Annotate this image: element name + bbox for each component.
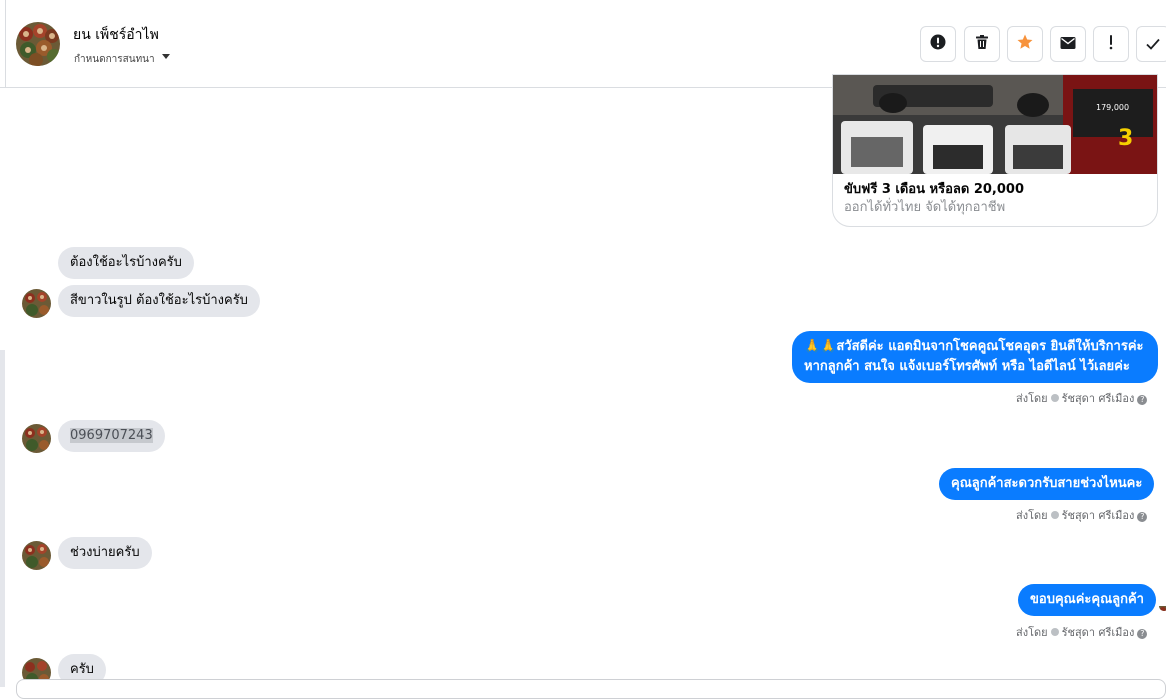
mark-spam-button[interactable] — [920, 26, 956, 62]
sent-by-label: ส่งโดย — [1016, 392, 1048, 405]
assign-conversation-dropdown[interactable]: กำหนดการสนทนา — [74, 52, 155, 67]
sent-by-info: ส่งโดย รัชสุดา ศรีเมือง? — [1016, 389, 1148, 407]
contact-avatar-small[interactable] — [22, 289, 51, 318]
sender-name[interactable]: รัชสุดา ศรีเมือง — [1062, 626, 1135, 639]
sender-name[interactable]: รัชสุดา ศรีเมือง — [1062, 392, 1135, 405]
message-outgoing[interactable]: คุณลูกค้าสะดวกรับสายช่วงไหนคะ — [939, 468, 1155, 500]
gear-icon — [1050, 628, 1059, 636]
delete-button[interactable] — [964, 26, 1000, 62]
product-image: 179,000 3 — [833, 75, 1157, 174]
message-outgoing[interactable]: ขอบคุณค่ะคุณลูกค้า — [1018, 584, 1156, 616]
star-icon — [1016, 33, 1034, 55]
message-incoming[interactable]: ต้องใช้อะไรบ้างครับ — [58, 247, 194, 279]
caret-down-icon[interactable] — [162, 54, 170, 59]
sent-by-label: ส่งโดย — [1016, 509, 1048, 522]
sent-by-info: ส่งโดย รัชสุดา ศรีเมือง? — [1016, 506, 1148, 524]
gear-icon — [1050, 394, 1059, 402]
divider — [5, 0, 6, 88]
exclamation-icon — [1108, 34, 1114, 54]
contact-avatar-small[interactable] — [22, 541, 51, 570]
message-incoming[interactable]: สีขาวในรูป ต้องใช้อะไรบ้างครับ — [58, 285, 260, 317]
gear-icon — [1050, 511, 1059, 519]
message-outgoing[interactable]: 🙏🙏สวัสดีค่ะ แอดมินจากโชคคูณโชคอุดร ยินดี… — [792, 331, 1158, 383]
seen-avatar — [1159, 601, 1166, 611]
image-badge-text: 3 — [1118, 126, 1133, 151]
help-icon[interactable]: ? — [1137, 512, 1148, 522]
help-icon[interactable]: ? — [1137, 395, 1148, 405]
sent-by-label: ส่งโดย — [1016, 626, 1048, 639]
mark-done-button[interactable] — [1136, 26, 1166, 62]
check-icon — [1146, 35, 1160, 54]
contact-name[interactable]: ยน เพ็ชร์อำไพ — [73, 24, 159, 46]
star-button[interactable] — [1007, 26, 1043, 62]
message-incoming[interactable]: ช่วงบ่ายครับ — [58, 537, 152, 569]
contact-avatar-small[interactable] — [22, 424, 51, 453]
product-card-subtitle: ออกได้ทั่วไทย จัดได้ทุกอาชีพ — [844, 200, 1006, 215]
message-incoming[interactable]: 0969707243 — [58, 420, 165, 452]
follow-up-button[interactable] — [1093, 26, 1129, 62]
sent-by-info: ส่งโดย รัชสุดา ศรีเมือง? — [1016, 623, 1148, 641]
shared-product-card[interactable]: 179,000 3 ขับฟรี 3 เดือน หรือลด 20,000 อ… — [832, 74, 1158, 227]
scrollbar[interactable] — [0, 350, 5, 687]
message-line: หากลูกค้า สนใจ แจ้งเบอร์โทรศัพท์ หรือ ไอ… — [804, 359, 1130, 374]
envelope-icon — [1060, 35, 1076, 54]
message-composer-input[interactable] — [16, 679, 1166, 699]
image-price-text: 179,000 — [1096, 103, 1129, 112]
phone-number-text[interactable]: 0969707243 — [70, 428, 153, 443]
sender-name[interactable]: รัชสุดา ศรีเมือง — [1062, 509, 1135, 522]
mark-unread-button[interactable] — [1050, 26, 1086, 62]
contact-avatar[interactable] — [16, 22, 60, 66]
help-icon[interactable]: ? — [1137, 629, 1148, 639]
trash-icon — [974, 34, 990, 54]
alert-circle-icon — [930, 34, 946, 54]
message-line: 🙏🙏สวัสดีค่ะ แอดมินจากโชคคูณโชคอุดร ยินดี… — [804, 339, 1144, 354]
